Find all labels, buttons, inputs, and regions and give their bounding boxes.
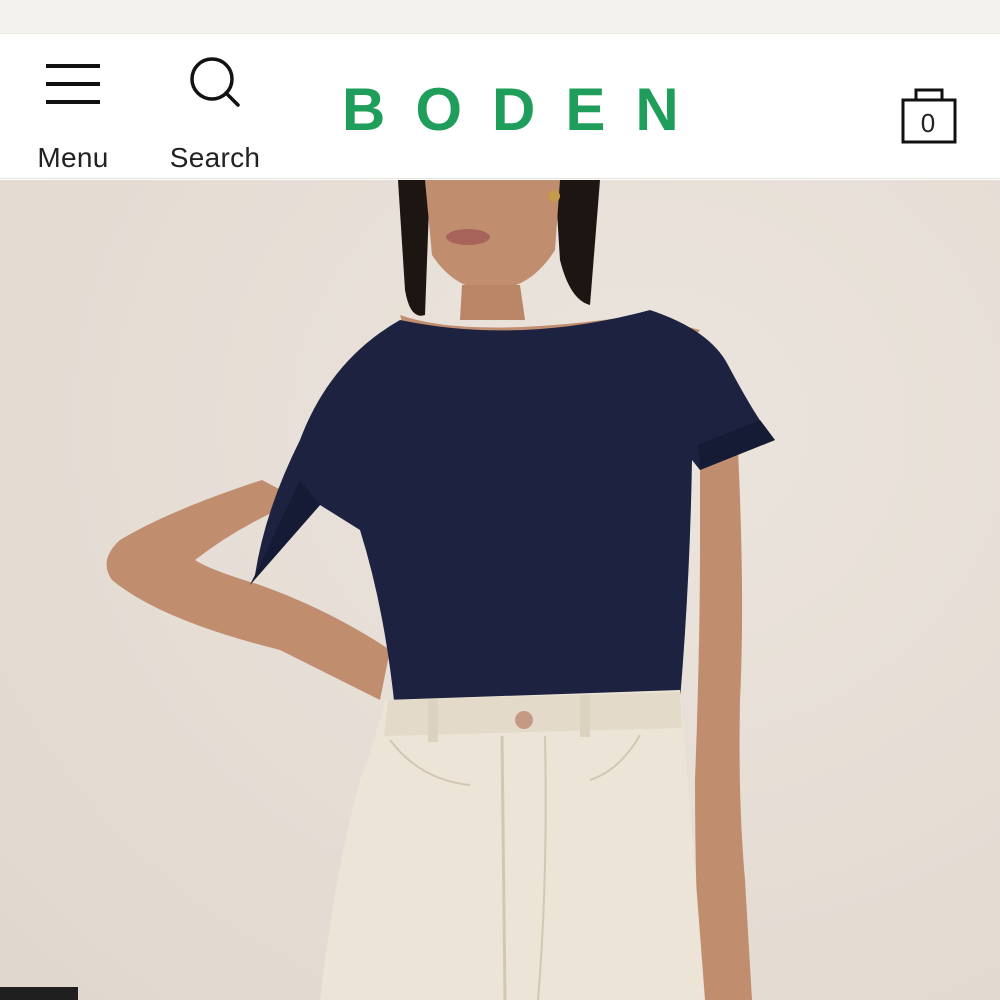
- bag-count: 0: [920, 108, 936, 138]
- boden-logo[interactable]: BODEN: [342, 78, 679, 142]
- hamburger-menu-icon: [46, 62, 100, 106]
- search-button[interactable]: Search: [165, 54, 265, 173]
- image-carousel-indicator[interactable]: [0, 987, 78, 1000]
- search-icon: [189, 56, 241, 108]
- menu-button[interactable]: Menu: [28, 54, 118, 173]
- site-header: Menu Search BODEN 0: [0, 34, 1000, 179]
- search-label: Search: [169, 142, 261, 173]
- shopping-bag-button[interactable]: 0: [900, 86, 958, 146]
- promo-banner[interactable]: [0, 0, 1000, 34]
- product-photo-illustration: [0, 180, 1000, 1000]
- page: Menu Search BODEN 0: [0, 0, 1000, 1000]
- product-image[interactable]: [0, 180, 1000, 1000]
- menu-label: Menu: [37, 142, 109, 173]
